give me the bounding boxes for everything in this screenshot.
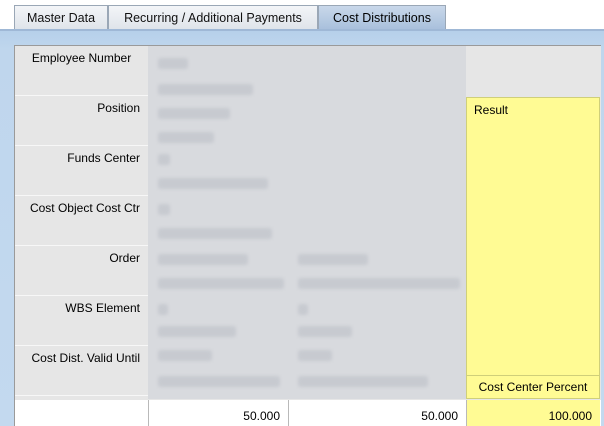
tab-strip: Master Data Recurring / Additional Payme… (0, 0, 604, 31)
label-text: Order (109, 251, 140, 265)
tab-master-data[interactable]: Master Data (14, 5, 108, 29)
result-column: Result (466, 97, 600, 399)
total-cell: 50.000 (148, 400, 288, 426)
blurred-value (158, 178, 268, 189)
blurred-value (158, 350, 212, 361)
label-employee-number: Employee Number (15, 46, 148, 96)
result-footer: Cost Center Percent (466, 375, 600, 399)
blurred-value (158, 228, 272, 239)
total-cell: 50.000 (288, 400, 466, 426)
blurred-value (158, 376, 280, 387)
blurred-value (158, 132, 214, 143)
blurred-value (158, 326, 236, 337)
blurred-value (298, 376, 428, 387)
blurred-value (158, 278, 284, 289)
label-position: Position (15, 96, 148, 146)
tab-label: Master Data (26, 10, 96, 25)
total-value: 50.000 (421, 409, 458, 423)
totals-row: 50.000 50.000 100.000 (15, 400, 601, 426)
totals-empty-cell (15, 400, 148, 426)
distribution-frame: Employee Number Position Funds Center Co… (14, 45, 601, 426)
total-value: 100.000 (548, 409, 592, 423)
blurred-value (158, 204, 170, 215)
tab-recurring-payments[interactable]: Recurring / Additional Payments (108, 5, 318, 29)
label-wbs-element: WBS Element (15, 296, 148, 346)
label-valid-until: Cost Dist. Valid Until (15, 346, 148, 396)
total-value: 50.000 (243, 409, 280, 423)
label-funds-center: Funds Center (15, 146, 148, 196)
label-cost-object: Cost Object Cost Ctr (15, 196, 148, 246)
blurred-value (158, 304, 168, 315)
label-text: Employee Number (31, 51, 132, 65)
blurred-value (298, 326, 352, 337)
label-order: Order (15, 246, 148, 296)
blurred-value (298, 278, 460, 289)
tab-cost-distributions[interactable]: Cost Distributions (318, 5, 446, 29)
label-text: Funds Center (67, 151, 140, 165)
blurred-values-area (148, 46, 466, 399)
blurred-value (158, 154, 170, 165)
blurred-value (158, 84, 253, 95)
label-text: Cost Object Cost Ctr (29, 201, 140, 215)
label-text: Position (97, 101, 140, 115)
tab-label: Cost Distributions (333, 10, 431, 25)
blurred-value (298, 350, 332, 361)
total-result-cell: 100.000 (466, 400, 600, 426)
label-text: Cost Dist. Valid Until (31, 351, 140, 365)
blurred-value (158, 108, 230, 119)
blurred-value (298, 304, 308, 315)
label-text: WBS Element (65, 301, 140, 315)
cost-center-percent-label: Cost Center Percent (478, 380, 588, 394)
cost-distribution-panel: Employee Number Position Funds Center Co… (0, 31, 604, 426)
blurred-value (298, 254, 368, 265)
cost-distribution-screen: Master Data Recurring / Additional Payme… (0, 0, 604, 426)
tab-label: Recurring / Additional Payments (124, 10, 302, 25)
blurred-value (158, 58, 188, 69)
label-column: Employee Number Position Funds Center Co… (15, 46, 148, 399)
blurred-value (158, 254, 248, 265)
result-title: Result (474, 103, 509, 117)
